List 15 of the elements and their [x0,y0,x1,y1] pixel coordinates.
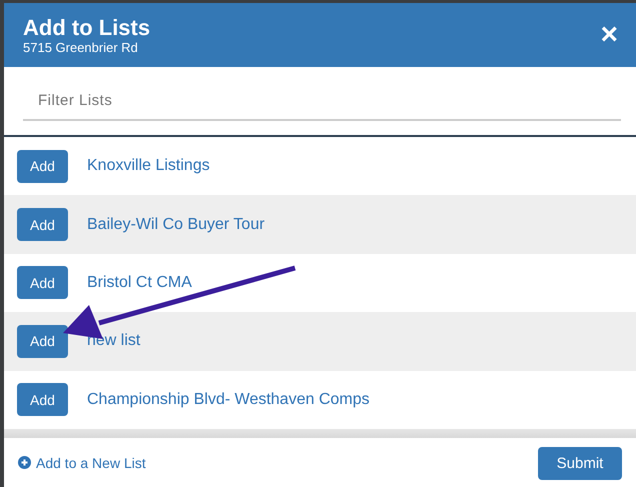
dialog-subtitle: 5715 Greenbrier Rd [23,40,139,54]
list-name: Championship Blvd- Westhaven Comps [87,390,370,409]
add-button[interactable]: Add [17,266,68,300]
add-button[interactable]: Add [17,208,68,242]
submit-button[interactable]: Submit [538,447,622,480]
close-button[interactable]: × [600,20,618,50]
list-name: Bristol Ct CMA [87,274,192,292]
dialog-title: Add to Lists [23,16,150,40]
list-name: Knoxville Listings [87,157,210,176]
add-button[interactable]: Add [17,150,68,183]
add-button[interactable]: Add [17,383,68,416]
add-new-list-link[interactable]: Add to a New List [18,454,146,471]
list-name: Bailey-Wil Co Buyer Tour [87,216,265,234]
plus-circle-icon [18,456,31,470]
add-button[interactable]: Add [17,324,68,358]
